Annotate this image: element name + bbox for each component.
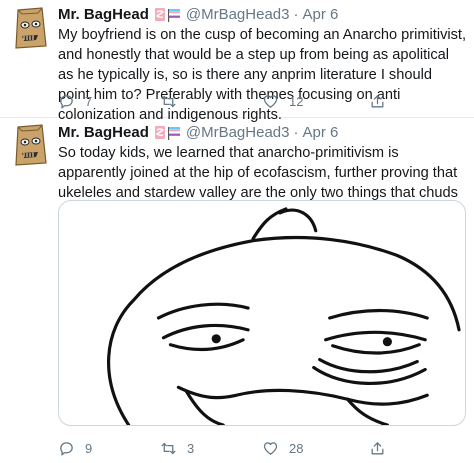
retweet-button[interactable]	[160, 93, 187, 110]
separator-dot: ·	[293, 5, 299, 23]
separator-dot: ·	[293, 123, 299, 141]
reply-icon	[60, 441, 73, 456]
retweet-button[interactable]: 3	[160, 440, 194, 457]
avatar[interactable]	[8, 123, 52, 167]
tweet-date[interactable]: Apr 6	[302, 6, 338, 23]
name-emoji-badges	[154, 7, 181, 22]
reply-button[interactable]: 9	[58, 440, 92, 457]
tweet-text: My boyfriend is on the cusp of becoming …	[58, 27, 467, 123]
display-name[interactable]: Mr. BagHead	[58, 6, 149, 23]
paper-bag-head-icon	[15, 7, 47, 49]
handle[interactable]: @MrBagHead3	[186, 124, 290, 141]
tweet[interactable]: Mr. BagHead @MrBagHead3 · Apr 6 So today…	[0, 118, 474, 463]
handle[interactable]: @MrBagHead3	[186, 6, 290, 23]
name-emoji-badges	[154, 125, 181, 140]
like-count: 12	[289, 93, 304, 109]
tweet-image[interactable]	[58, 200, 466, 426]
reply-count: 7	[85, 93, 93, 109]
reply-button[interactable]: 7	[58, 93, 92, 110]
paper-bag-head-icon	[15, 124, 47, 166]
reply-icon	[60, 94, 73, 109]
retweet-icon	[161, 442, 176, 454]
share-icon	[371, 94, 384, 107]
tweet-date[interactable]: Apr 6	[302, 124, 338, 141]
fish-cake-emoji-icon	[154, 125, 165, 139]
tweet[interactable]: Mr. BagHead @MrBagHead3 · Apr 6 My boyfr…	[0, 0, 474, 123]
share-button[interactable]	[369, 93, 386, 110]
like-button[interactable]: 28	[262, 440, 303, 457]
share-button[interactable]	[369, 440, 386, 457]
retweet-icon	[161, 95, 176, 107]
retweet-count: 3	[187, 440, 195, 456]
like-icon	[263, 441, 278, 455]
like-icon	[263, 94, 278, 108]
transgender-flag-emoji-icon	[167, 126, 180, 140]
share-icon	[371, 441, 384, 454]
avatar[interactable]	[8, 6, 52, 50]
like-button[interactable]: 12	[262, 93, 303, 110]
like-count: 28	[289, 440, 304, 456]
reply-count: 9	[85, 440, 93, 456]
fish-cake-emoji-icon	[154, 7, 165, 21]
smug-face-drawing	[107, 207, 461, 425]
tweet-header: Mr. BagHead @MrBagHead3 · Apr 6	[58, 4, 466, 24]
tweet-header: Mr. BagHead @MrBagHead3 · Apr 6	[58, 122, 466, 142]
transgender-flag-emoji-icon	[167, 8, 180, 22]
display-name[interactable]: Mr. BagHead	[58, 124, 149, 141]
